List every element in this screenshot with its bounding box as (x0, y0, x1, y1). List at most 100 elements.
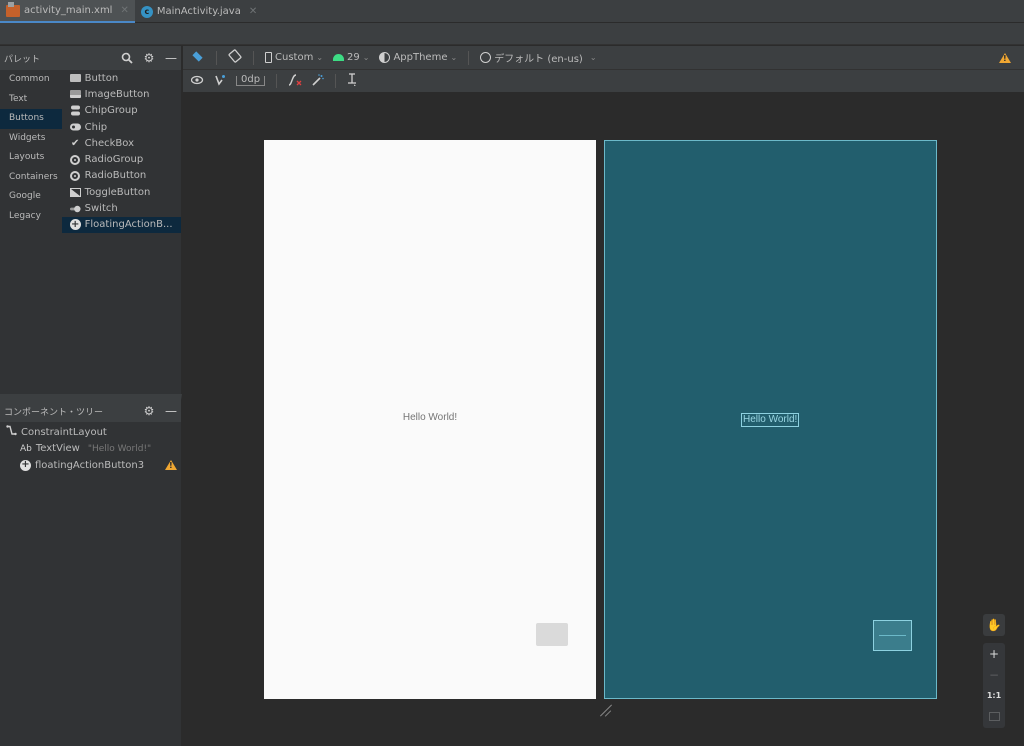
floating-action-button-blueprint[interactable] (873, 620, 912, 651)
actual-size-button[interactable]: 1:1 (983, 685, 1005, 706)
design-toolbar: Custom ⌄ 29 ⌄ AppTheme ⌄ デフォルト (en-us) ⌄ (183, 46, 1024, 70)
divider (276, 74, 278, 88)
api-level-label: 29 (347, 52, 360, 63)
zoom-in-button[interactable]: + (983, 643, 1005, 664)
warning-icon[interactable] (999, 53, 1011, 63)
category-layouts[interactable]: Layouts (0, 148, 62, 168)
palette-title: パレット (4, 54, 41, 65)
blueprint-view[interactable]: Hello World! (604, 140, 937, 699)
widget-label: CheckBox (84, 137, 135, 149)
category-common[interactable]: Common (0, 70, 62, 90)
design-view[interactable]: Hello World! (264, 140, 596, 699)
widget-switch[interactable]: Switch (62, 200, 181, 216)
button-icon (69, 73, 81, 83)
chevron-down-icon: ⌄ (316, 53, 324, 62)
magnet-icon (214, 74, 226, 89)
tab-activity-main-xml[interactable]: activity_main.xml ✕ (0, 0, 135, 23)
fab-plus-icon: + (69, 218, 81, 231)
theme-icon (379, 52, 391, 63)
widget-chipgroup[interactable]: ChipGroup (62, 103, 181, 119)
textview-hello-world-blueprint[interactable]: Hello World! (741, 413, 800, 427)
clear-constraints-button[interactable] (285, 73, 305, 89)
autoconnect-toggle[interactable] (211, 74, 229, 89)
tab-mainactivity-java[interactable]: c MainActivity.java ✕ (135, 0, 263, 23)
chip-group-icon (70, 105, 81, 116)
widget-checkbox[interactable]: ✔ CheckBox (62, 135, 181, 151)
eye-icon (190, 75, 204, 88)
tree-item-label: ConstraintLayout (21, 426, 107, 438)
component-tree-panel: コンポーネント・ツリー ⚙ — ConstraintLayout Ab Text… (0, 394, 182, 746)
tree-item-floatingactionbutton3[interactable]: + floatingActionButton3 (0, 457, 181, 474)
gear-icon[interactable]: ⚙ (143, 404, 155, 418)
minimize-icon[interactable]: — (165, 404, 177, 418)
widget-label: RadioGroup (84, 154, 144, 166)
android-icon (333, 54, 345, 61)
text-baseline-icon (347, 73, 357, 89)
radio-group-icon (70, 154, 81, 165)
design-surface-button[interactable] (188, 52, 208, 64)
widget-radiobutton[interactable]: RadioButton (62, 168, 181, 184)
warning-icon[interactable] (165, 460, 177, 470)
search-icon[interactable] (121, 52, 133, 64)
device-label: Custom (275, 52, 314, 63)
widget-radiogroup[interactable]: RadioGroup (62, 151, 181, 167)
pan-hand-icon: ✋ (986, 618, 1002, 632)
widget-chip[interactable]: Chip (62, 119, 181, 135)
category-buttons[interactable]: Buttons (0, 109, 62, 129)
widget-button[interactable]: Button (62, 70, 181, 86)
widget-label: Chip (84, 121, 108, 133)
java-class-icon: c (140, 5, 153, 18)
fab-plus-icon: + (20, 459, 31, 471)
component-tree-title: コンポーネント・ツリー (4, 407, 104, 418)
orientation-button[interactable] (225, 49, 245, 66)
divider (216, 50, 217, 65)
textview-hello-world[interactable]: Hello World! (264, 412, 596, 423)
zoom-controls: + − 1:1 (983, 643, 1005, 728)
constraint-toolbar: 0dp (183, 70, 1024, 93)
tree-item-textview[interactable]: Ab TextView "Hello World!" (0, 441, 181, 458)
category-text[interactable]: Text (0, 90, 62, 110)
view-options-button[interactable] (188, 75, 207, 88)
widget-imagebutton[interactable]: ImageButton (62, 86, 181, 102)
category-legacy[interactable]: Legacy (0, 207, 62, 227)
widget-label: Switch (84, 203, 118, 215)
editor-tab-bar: activity_main.xml ✕ c MainActivity.java … (0, 0, 1024, 23)
widget-label: ChipGroup (84, 105, 138, 117)
zoom-out-button[interactable]: − (983, 664, 1005, 685)
tree-item-hint: "Hello World!" (87, 443, 152, 454)
default-margins-button[interactable]: 0dp (233, 75, 268, 86)
chip-icon (69, 122, 81, 132)
tree-item-constraintlayout[interactable]: ConstraintLayout (0, 424, 181, 441)
minimize-icon[interactable]: — (165, 51, 177, 65)
guidelines-button[interactable] (344, 73, 360, 89)
api-level-selector[interactable]: 29 ⌄ (330, 52, 372, 63)
category-widgets[interactable]: Widgets (0, 129, 62, 149)
divider (335, 74, 337, 88)
phone-icon (265, 52, 272, 63)
rotate-icon (228, 49, 242, 66)
widget-floatingactionbutton[interactable]: + FloatingActionB... (61, 216, 181, 233)
fit-screen-button[interactable] (983, 706, 1005, 727)
category-google[interactable]: Google (0, 187, 62, 207)
close-icon[interactable]: ✕ (249, 6, 257, 17)
close-icon[interactable]: ✕ (120, 5, 128, 16)
design-canvas[interactable]: Hello World! Hello World! ✋ + − 1:1 (183, 94, 1024, 746)
device-selector[interactable]: Custom ⌄ (262, 52, 326, 63)
floating-action-button-preview[interactable] (536, 623, 568, 646)
tab-label: activity_main.xml (24, 5, 113, 16)
locale-selector[interactable]: デフォルト (en-us) ⌄ (477, 50, 599, 65)
widget-label: ImageButton (84, 88, 150, 100)
theme-selector[interactable]: AppTheme ⌄ (376, 52, 460, 63)
widget-label: Button (84, 72, 119, 84)
category-containers[interactable]: Containers (0, 168, 62, 188)
chevron-down-icon: ⌄ (362, 53, 370, 62)
pan-button[interactable]: ✋ (983, 614, 1005, 636)
resize-handle[interactable] (599, 703, 613, 717)
infer-constraints-button[interactable] (309, 73, 327, 89)
divider (253, 50, 254, 65)
widget-togglebutton[interactable]: ToggleButton (62, 184, 181, 200)
theme-label: AppTheme (393, 52, 448, 63)
palette-header: パレット ⚙ — (0, 46, 181, 70)
gear-icon[interactable]: ⚙ (143, 51, 155, 65)
layers-icon (191, 52, 205, 64)
